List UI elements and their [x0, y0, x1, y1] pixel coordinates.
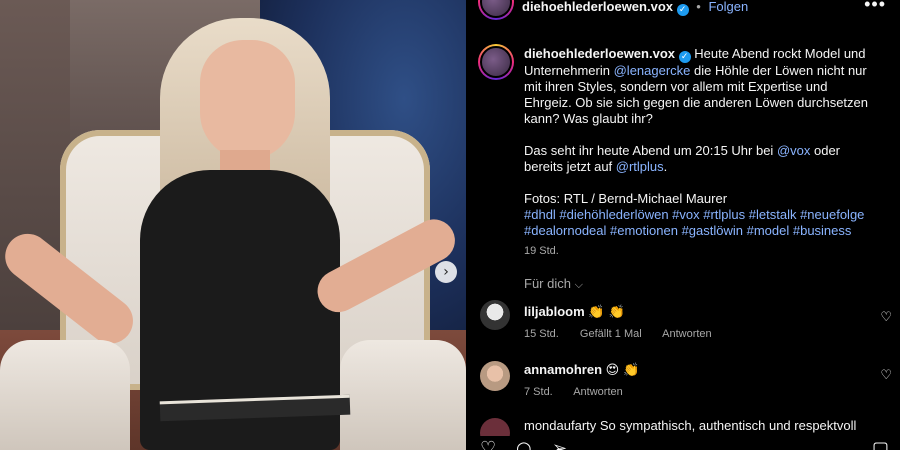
caption-text: . — [663, 159, 668, 174]
author-avatar[interactable] — [478, 0, 514, 20]
comment-icon[interactable]: ○ — [516, 438, 532, 450]
comment-text: 😍 👏 — [605, 363, 640, 378]
comment-username[interactable]: annamohren — [524, 362, 602, 377]
more-horizontal-icon[interactable]: ••• — [864, 0, 886, 15]
photo-credits: Fotos: RTL / Bernd-Michael Maurer — [524, 191, 728, 206]
armchair-arm-right — [340, 340, 466, 450]
post-time: 19 Std. — [524, 245, 559, 257]
comment-item-partial: mondaufarty So sympathisch, authentisch … — [524, 418, 857, 433]
post-header: diehoehlederloewen.vox ✓ • Folgen — [522, 0, 748, 16]
comment-sort-dropdown[interactable]: Für dich ⌵ — [524, 276, 583, 292]
heart-icon[interactable]: ♡ — [880, 368, 892, 383]
sort-label: Für dich — [524, 276, 571, 291]
mention-link[interactable]: @rtlplus — [616, 159, 664, 174]
post-caption: diehoehlederloewen.vox ✓ Heute Abend roc… — [524, 46, 876, 259]
comment-time: 15 Std. — [524, 328, 559, 340]
comment-likes[interactable]: Gefällt 1 Mal — [580, 328, 642, 340]
mention-link[interactable]: @lenagercke — [614, 63, 691, 78]
share-icon[interactable]: ➢ — [552, 438, 567, 450]
caption-username[interactable]: diehoehlederloewen.vox — [524, 46, 675, 61]
comment-item: annamohren 😍 👏 7 Std. Antworten — [524, 362, 864, 398]
header-separator: • — [696, 0, 701, 14]
bookmark-icon[interactable]: ▢ — [872, 438, 889, 450]
comment-username[interactable]: liljabloom — [524, 304, 585, 319]
comment-time: 7 Std. — [524, 386, 553, 398]
verified-badge-icon: ✓ — [676, 4, 689, 16]
post-image[interactable]: › — [0, 0, 466, 450]
heart-icon[interactable]: ♡ — [880, 310, 892, 325]
verified-badge-icon: ✓ — [678, 51, 691, 63]
caption-avatar[interactable] — [478, 44, 514, 80]
post-panel: diehoehlederloewen.vox ✓ • Folgen ••• di… — [466, 0, 900, 450]
mention-link[interactable]: @vox — [777, 143, 810, 158]
comment-text: 👏 👏 — [588, 305, 625, 320]
reply-button[interactable]: Antworten — [573, 386, 623, 398]
chevron-down-icon: ⌵ — [574, 278, 583, 291]
commenter-avatar[interactable] — [480, 361, 510, 391]
hashtags[interactable]: #dhdl #diehöhlederlöwen #vox #rtlplus #l… — [524, 207, 876, 239]
author-username[interactable]: diehoehlederloewen.vox — [522, 0, 673, 14]
caption-text: Das seht ihr heute Abend um 20:15 Uhr be… — [524, 143, 777, 158]
action-bar: ♡ ○ ➢ ▢ — [466, 436, 900, 450]
reply-button[interactable]: Antworten — [662, 328, 712, 340]
chevron-right-icon: › — [443, 264, 449, 280]
person-face — [200, 40, 295, 160]
armchair-arm-left — [0, 340, 130, 450]
comment-item: liljabloom 👏 👏 15 Std. Gefällt 1 Mal Ant… — [524, 304, 864, 340]
follow-button[interactable]: Folgen — [708, 0, 748, 14]
carousel-next-button[interactable]: › — [435, 261, 457, 283]
commenter-avatar[interactable] — [480, 300, 510, 330]
heart-icon[interactable]: ♡ — [480, 438, 496, 450]
